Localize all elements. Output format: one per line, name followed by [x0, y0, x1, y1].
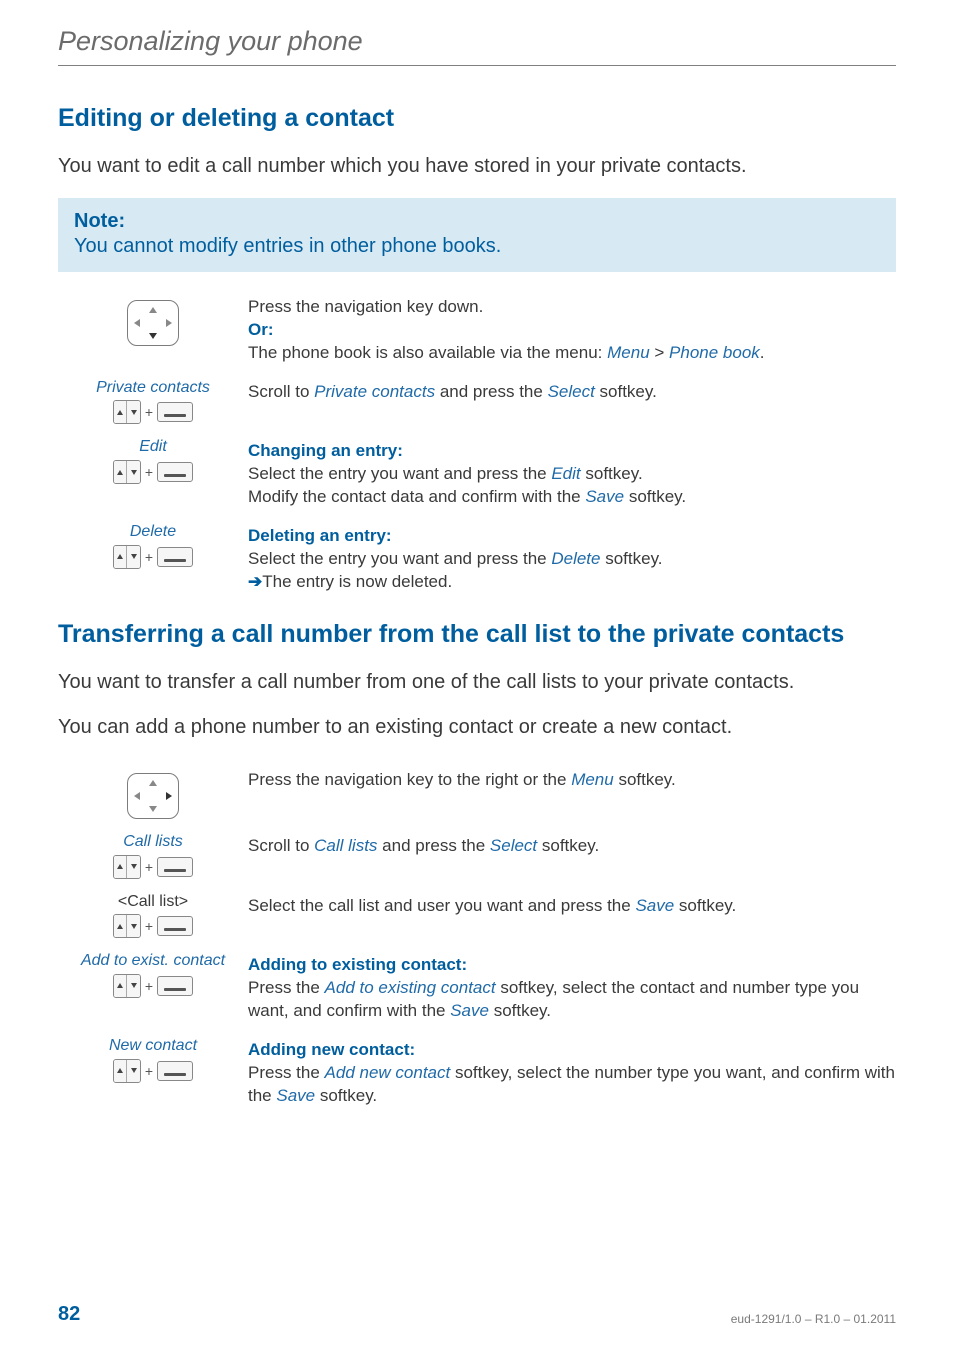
step-right: Press the navigation key to the right or…: [248, 767, 896, 792]
rocker-softkey-icon: +: [113, 974, 193, 998]
step-left: Call lists +: [58, 833, 248, 879]
running-head: Personalizing your phone: [58, 26, 896, 66]
step-row: <Call list> + Select the call list and use…: [58, 893, 896, 939]
step-left: New contact +: [58, 1037, 248, 1083]
step-left: [58, 767, 248, 819]
note-title: Note:: [74, 210, 880, 233]
footer: 82 eud-1291/1.0 – R1.0 – 01.2011: [58, 1303, 896, 1326]
step-line: Adding new contact:: [248, 1039, 896, 1062]
section2-steps: Press the navigation key to the right or…: [58, 767, 896, 1108]
step-right: Deleting an entry:Select the entry you w…: [248, 523, 896, 594]
step-line: Or:: [248, 319, 896, 342]
step-right: Changing an entry:Select the entry you w…: [248, 438, 896, 509]
step-line: Scroll to Private contacts and press the…: [248, 381, 896, 404]
step-row: Press the navigation key down.Or:The pho…: [58, 294, 896, 365]
note-box: Note: You cannot modify entries in other…: [58, 198, 896, 272]
step-row: Press the navigation key to the right or…: [58, 767, 896, 819]
step-line: Press the Add to existing contact softke…: [248, 977, 896, 1023]
step-line: Changing an entry:: [248, 440, 896, 463]
step-row: Edit + Changing an entry:Select the entry …: [58, 438, 896, 509]
step-left: <Call list> +: [58, 893, 248, 939]
step-left-label: Edit: [58, 438, 248, 456]
rocker-softkey-icon: +: [113, 400, 193, 424]
step-left: Delete +: [58, 523, 248, 569]
step-right: Adding new contact:Press the Add new con…: [248, 1037, 896, 1108]
step-line: Select the call list and user you want a…: [248, 895, 896, 918]
section2-intro1: You want to transfer a call number from …: [58, 669, 896, 696]
section1-title: Editing or deleting a contact: [58, 104, 896, 133]
step-left: Add to exist. contact +: [58, 952, 248, 998]
step-right: Adding to existing contact:Press the Add…: [248, 952, 896, 1023]
step-row: Private contacts + Scroll to Private conta…: [58, 379, 896, 425]
step-line: Press the Add new contact softkey, selec…: [248, 1062, 896, 1108]
step-left-label: Private contacts: [58, 379, 248, 397]
step-line: Select the entry you want and press the …: [248, 548, 896, 571]
step-left-label: Add to exist. contact: [58, 952, 248, 970]
rocker-softkey-icon: +: [113, 855, 193, 879]
step-row: Delete + Deleting an entry:Select the entr…: [58, 523, 896, 594]
step-left-label: Delete: [58, 523, 248, 541]
note-text: You cannot modify entries in other phone…: [74, 235, 880, 258]
step-row: Call lists + Scroll to Call lists and pres…: [58, 833, 896, 879]
step-row: New contact + Adding new contact:Press the…: [58, 1037, 896, 1108]
step-right: Scroll to Call lists and press the Selec…: [248, 833, 896, 858]
step-line: Modify the contact data and confirm with…: [248, 486, 896, 509]
section2-intro2: You can add a phone number to an existin…: [58, 714, 896, 741]
step-line: The phone book is also available via the…: [248, 342, 896, 365]
rocker-softkey-icon: +: [113, 1059, 193, 1083]
step-left: [58, 294, 248, 346]
step-line: ➔The entry is now deleted.: [248, 571, 896, 594]
step-right: Scroll to Private contacts and press the…: [248, 379, 896, 404]
page-number: 82: [58, 1303, 80, 1326]
step-line: Adding to existing contact:: [248, 954, 896, 977]
rocker-softkey-icon: +: [113, 460, 193, 484]
step-right: Press the navigation key down.Or:The pho…: [248, 294, 896, 365]
step-left: Edit +: [58, 438, 248, 484]
doc-id: eud-1291/1.0 – R1.0 – 01.2011: [731, 1312, 896, 1326]
step-left-label: New contact: [58, 1037, 248, 1055]
page: Personalizing your phone Editing or dele…: [0, 0, 954, 1352]
section1-intro: You want to edit a call number which you…: [58, 153, 896, 180]
nav-key-icon: [127, 300, 179, 346]
rocker-softkey-icon: +: [113, 914, 193, 938]
step-line: Scroll to Call lists and press the Selec…: [248, 835, 896, 858]
step-left: Private contacts +: [58, 379, 248, 425]
step-right: Select the call list and user you want a…: [248, 893, 896, 918]
step-left-label: <Call list>: [58, 893, 248, 911]
step-line: Select the entry you want and press the …: [248, 463, 896, 486]
step-line: Press the navigation key to the right or…: [248, 769, 896, 792]
nav-key-icon: [127, 773, 179, 819]
step-left-label: Call lists: [58, 833, 248, 851]
rocker-softkey-icon: +: [113, 545, 193, 569]
step-line: Press the navigation key down.: [248, 296, 896, 319]
section2-title: Transferring a call number from the call…: [58, 620, 896, 649]
step-line: Deleting an entry:: [248, 525, 896, 548]
step-row: Add to exist. contact + Adding to existing…: [58, 952, 896, 1023]
section1-steps: Press the navigation key down.Or:The pho…: [58, 294, 896, 594]
